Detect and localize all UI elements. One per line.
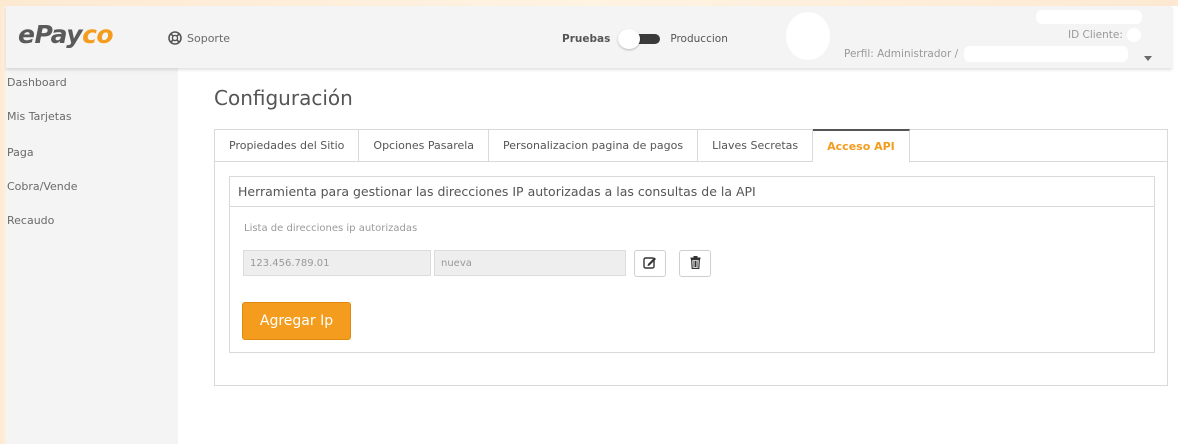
sidebar-item-dashboard[interactable]: Dashboard [7, 76, 67, 89]
profile-label[interactable]: Perfil: Administrador / [844, 46, 1129, 62]
sidebar-item-paga[interactable]: Paga [7, 146, 34, 159]
avatar[interactable] [786, 12, 830, 60]
redacted-client-id [1126, 28, 1141, 42]
redacted-header-value [1036, 10, 1142, 24]
support-label: Soporte [187, 31, 231, 45]
settings-tabs: Propiedades del Sitio Opciones Pasarela … [214, 129, 910, 163]
client-id-label: ID Cliente: [1068, 29, 1123, 41]
panel-heading: Herramienta para gestionar las direccion… [230, 177, 1154, 207]
env-label-pruebas: Pruebas [562, 33, 611, 45]
trash-icon [690, 254, 701, 273]
support-link[interactable]: Soporte [168, 31, 230, 45]
delete-ip-button[interactable] [679, 250, 711, 277]
epayco-logo[interactable]: ePayco [18, 20, 114, 49]
edit-icon [643, 254, 657, 273]
env-label-produccion: Produccion [670, 33, 728, 45]
ip-management-panel: Herramienta para gestionar las direccion… [229, 176, 1155, 353]
tab-propiedades-del-sitio[interactable]: Propiedades del Sitio [214, 129, 360, 162]
tab-opciones-pasarela[interactable]: Opciones Pasarela [359, 129, 490, 162]
chevron-down-icon[interactable] [1144, 56, 1152, 61]
edit-ip-button[interactable] [634, 250, 666, 277]
top-header: ePayco Soporte Pruebas Produccion Perfil… [6, 6, 1172, 68]
switch-knob [618, 29, 641, 49]
tab-acceso-api[interactable]: Acceso API [813, 129, 910, 163]
logo-text-accent: co [82, 20, 114, 49]
sidebar-item-mis-tarjetas[interactable]: Mis Tarjetas [7, 110, 72, 123]
ip-name-field[interactable] [434, 250, 626, 276]
client-id: ID Cliente: [1068, 28, 1141, 42]
sidebar: Dashboard Mis Tarjetas Paga Cobra/Vende … [6, 68, 178, 444]
profile-text: Perfil: Administrador / [844, 48, 959, 60]
environment-switch[interactable] [618, 29, 662, 49]
support-lifebuoy-icon [168, 31, 182, 45]
sidebar-item-recaudo[interactable]: Recaudo [7, 214, 54, 227]
add-ip-button[interactable]: Agregar Ip [242, 302, 351, 340]
redacted-profile-name [964, 46, 1129, 62]
ip-address-field[interactable] [243, 250, 431, 276]
tab-llaves-secretas[interactable]: Llaves Secretas [698, 129, 814, 162]
tab-personalizacion-pagina-de-pagos[interactable]: Personalizacion pagina de pagos [489, 129, 699, 162]
sidebar-item-cobra-vende[interactable]: Cobra/Vende [7, 180, 78, 193]
ip-list-label: Lista de direcciones ip autorizadas [244, 223, 418, 234]
logo-text-main: ePay [18, 20, 83, 49]
environment-toggle: Pruebas Produccion [562, 29, 728, 49]
page-title: Configuración [214, 86, 353, 110]
